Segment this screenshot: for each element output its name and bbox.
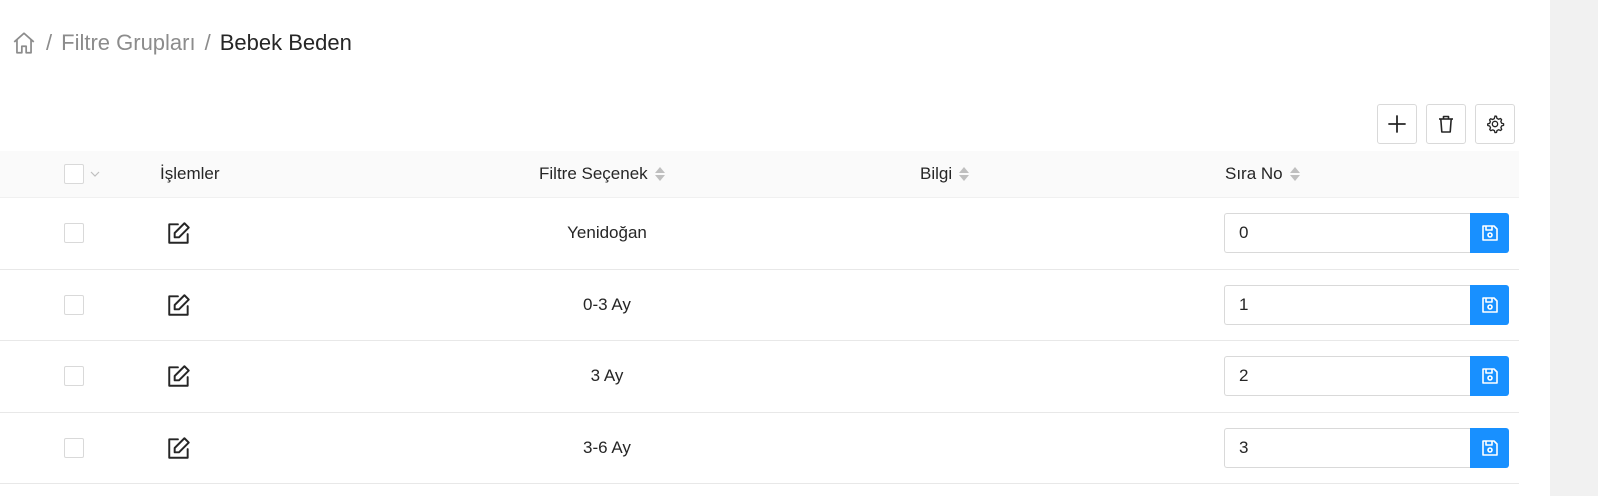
gear-icon bbox=[1487, 115, 1505, 134]
save-icon bbox=[1481, 225, 1498, 242]
edit-icon[interactable] bbox=[166, 198, 192, 269]
edit-icon[interactable] bbox=[166, 413, 192, 484]
save-button[interactable] bbox=[1470, 427, 1509, 468]
home-icon[interactable] bbox=[11, 30, 37, 56]
filter-option-value: 3 Ay bbox=[590, 366, 624, 386]
order-input[interactable] bbox=[1224, 356, 1470, 397]
filter-option-cell: 0-3 Ay bbox=[380, 270, 834, 341]
row-checkbox[interactable] bbox=[64, 294, 84, 315]
filter-option-value: 3-6 Ay bbox=[583, 437, 631, 457]
plus-icon bbox=[1388, 115, 1406, 133]
column-filter-option-label: Filtre Seçenek bbox=[539, 164, 648, 183]
order-input[interactable] bbox=[1224, 427, 1470, 468]
order-input[interactable] bbox=[1224, 284, 1470, 325]
filter-option-value: 0-3 Ay bbox=[583, 294, 631, 314]
save-button[interactable] bbox=[1470, 356, 1509, 397]
filter-option-cell: 3 Ay bbox=[380, 341, 834, 412]
save-button[interactable] bbox=[1470, 213, 1509, 254]
table-header: İşlemler Filtre Seçenek Bilgi Sıra No bbox=[0, 151, 1519, 198]
column-actions: İşlemler bbox=[160, 151, 220, 197]
column-info[interactable]: Bilgi bbox=[920, 151, 970, 197]
sort-icon[interactable] bbox=[1289, 167, 1300, 181]
save-icon bbox=[1481, 439, 1498, 456]
column-order[interactable]: Sıra No bbox=[1225, 151, 1300, 197]
sort-icon[interactable] bbox=[654, 167, 665, 181]
order-cell bbox=[1224, 413, 1509, 484]
breadcrumb-current: Bebek Beden bbox=[219, 30, 352, 55]
delete-button[interactable] bbox=[1426, 104, 1466, 144]
column-info-label: Bilgi bbox=[920, 164, 953, 183]
sort-icon[interactable] bbox=[959, 167, 970, 181]
filter-option-cell: 3-6 Ay bbox=[380, 413, 834, 484]
order-input[interactable] bbox=[1224, 213, 1470, 254]
breadcrumb-separator: / bbox=[204, 30, 211, 55]
row-checkbox[interactable] bbox=[64, 437, 84, 458]
select-all-checkbox[interactable] bbox=[64, 164, 84, 184]
breadcrumb-filter-groups[interactable]: Filtre Grupları bbox=[61, 30, 195, 56]
save-icon bbox=[1481, 368, 1498, 385]
row-checkbox[interactable] bbox=[64, 366, 84, 387]
table-row: 0-3 Ay bbox=[0, 270, 1519, 341]
column-order-label: Sıra No bbox=[1225, 164, 1283, 183]
filter-option-value: Yenidoğan bbox=[567, 223, 647, 243]
save-button[interactable] bbox=[1470, 284, 1509, 325]
scroll-gutter bbox=[1550, 0, 1598, 496]
order-cell bbox=[1224, 270, 1509, 341]
select-all-cell bbox=[64, 151, 100, 197]
filter-options-table: İşlemler Filtre Seçenek Bilgi Sıra No Ye… bbox=[0, 151, 1519, 484]
trash-icon bbox=[1439, 115, 1453, 133]
settings-button[interactable] bbox=[1475, 104, 1515, 144]
row-checkbox[interactable] bbox=[64, 223, 84, 244]
edit-icon[interactable] bbox=[166, 341, 192, 412]
column-actions-label: İşlemler bbox=[160, 164, 220, 183]
save-icon bbox=[1481, 296, 1498, 313]
add-button[interactable] bbox=[1377, 104, 1417, 144]
column-filter-option[interactable]: Filtre Seçenek bbox=[539, 151, 665, 197]
filter-option-cell: Yenidoğan bbox=[380, 198, 834, 269]
breadcrumb-separator: / bbox=[46, 30, 53, 55]
table-row: 3 Ay bbox=[0, 341, 1519, 413]
order-cell bbox=[1224, 198, 1509, 269]
table-row: Yenidoğan bbox=[0, 198, 1519, 270]
table-toolbar bbox=[1377, 104, 1515, 144]
table-row: 3-6 Ay bbox=[0, 413, 1519, 484]
chevron-down-icon[interactable] bbox=[90, 169, 100, 179]
breadcrumb: / Filtre Grupları / Bebek Beden bbox=[11, 28, 352, 58]
edit-icon[interactable] bbox=[166, 270, 192, 341]
order-cell bbox=[1224, 341, 1509, 412]
